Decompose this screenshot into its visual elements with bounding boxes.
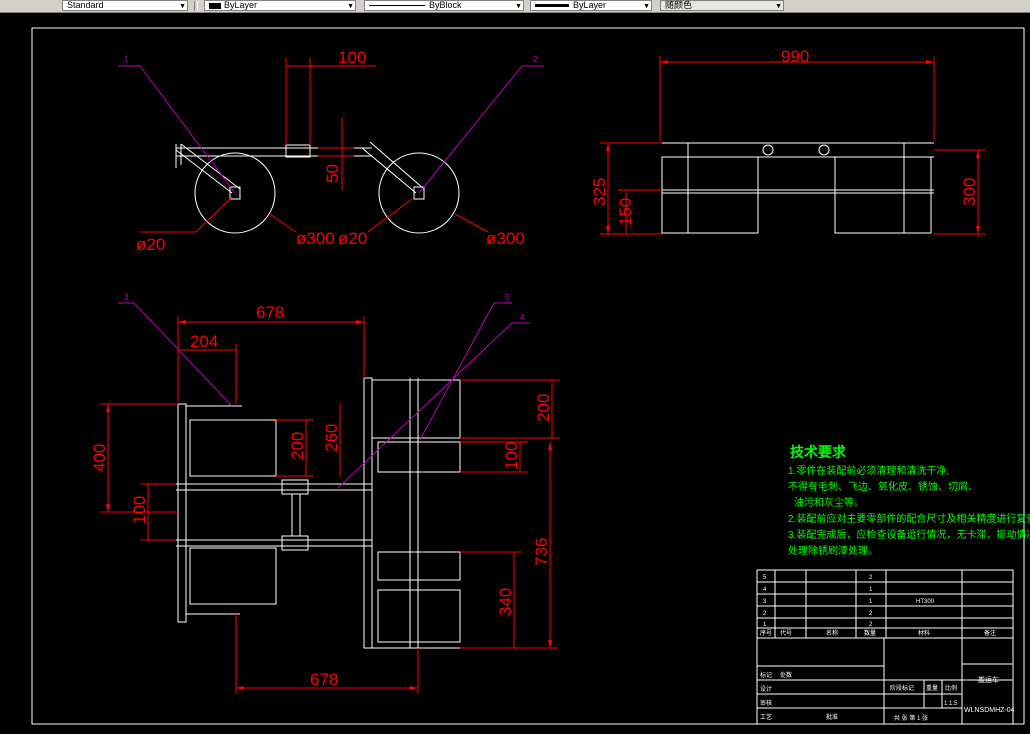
text-style-dropdown[interactable]: Standard ▼ xyxy=(62,0,188,11)
lineweight-preview xyxy=(535,4,569,8)
tb-mark2: 处数 xyxy=(780,671,792,679)
dim-400: 400 xyxy=(90,444,109,472)
notes-line-1: 1.零件在装配前必须清理和清洗干净, xyxy=(788,464,949,477)
tb-hdr-material: 材料 xyxy=(918,629,930,637)
front-view xyxy=(175,141,460,234)
dim-d20-right: ø20 xyxy=(338,229,367,248)
balloon-5: 5 xyxy=(505,293,510,302)
dim-200-mid: 200 xyxy=(288,432,307,460)
title-block: 5 4 3 2 1 2 1 1 2 2 HT300 序号 代号 名称 数量 材料… xyxy=(756,569,1015,725)
tb-mark1: 标记 xyxy=(760,671,772,679)
linetype-value: ByBlock xyxy=(429,0,462,10)
technical-notes: 技术要求 1.零件在装配前必须清理和清洗干净, 不得有毛刺、飞边、氧化皮、锈蚀、… xyxy=(788,444,1030,557)
tb-row-1-qty: 2 xyxy=(869,622,873,628)
balloon-3: 3 xyxy=(124,293,129,302)
dim-d300-left: ø300 xyxy=(296,229,335,248)
top-view xyxy=(176,377,461,649)
balloon-4: 4 xyxy=(520,313,525,322)
balloon-labels: 1 2 3 5 4 xyxy=(124,55,538,322)
chevron-down-icon: ▼ xyxy=(515,3,522,10)
dim-736: 736 xyxy=(532,538,551,566)
notes-line-5: 3.装配完成后，应检查设备运行情况，无卡滞，振动情况 xyxy=(788,528,1030,541)
dim-340: 340 xyxy=(496,588,515,616)
tb-weight: 重量 xyxy=(926,684,938,692)
tb-row-4-num: 4 xyxy=(763,587,767,593)
dim-300-side: 300 xyxy=(960,178,979,206)
toolbar-separator xyxy=(194,1,198,11)
linetype-preview xyxy=(369,5,425,7)
tb-material: HT300 xyxy=(916,599,935,605)
tb-row-1-num: 1 xyxy=(763,622,767,628)
dim-100-left: 100 xyxy=(130,496,149,524)
chevron-down-icon: ▼ xyxy=(775,3,782,10)
tb-stage: 阶段标记 xyxy=(890,684,914,692)
tb-hdr-qty: 数量 xyxy=(864,629,876,637)
dim-260: 260 xyxy=(322,424,341,452)
dim-50: 50 xyxy=(323,164,342,183)
tb-sheet: 共 张 第 1 张 xyxy=(894,714,928,722)
dim-d20-left: ø20 xyxy=(136,235,165,254)
notes-line-4: 2.装配前应对主要零部件的配合尺寸及相关精度进行复查。 xyxy=(788,512,1030,525)
drawing-frame xyxy=(31,27,1025,725)
tb-row-4-qty: 1 xyxy=(869,587,873,593)
chevron-down-icon: ▼ xyxy=(179,3,186,10)
tb-check: 审核 xyxy=(760,699,772,707)
chevron-down-icon: ▼ xyxy=(347,3,354,10)
notes-title: 技术要求 xyxy=(790,444,847,460)
tb-approve: 批准 xyxy=(826,713,838,721)
drawing-canvas[interactable]: 100 50 ø20 ø300 ø20 ø300 990 325 150 300… xyxy=(0,12,1030,734)
tb-hdr-remark: 备注 xyxy=(984,629,996,637)
layer-dropdown[interactable]: ByLayer ▼ xyxy=(204,0,356,11)
tb-row-3-qty: 1 xyxy=(869,599,873,605)
dim-990: 990 xyxy=(781,47,809,66)
balloon-2: 2 xyxy=(533,55,538,64)
notes-line-3: 油污和灰尘等。 xyxy=(794,496,864,509)
dim-325: 325 xyxy=(590,178,609,206)
tb-row-2-num: 2 xyxy=(763,611,767,617)
dimension-arrows xyxy=(106,60,980,690)
side-view xyxy=(661,142,934,234)
lineweight-value: ByLayer xyxy=(573,0,607,10)
layer-color-swatch xyxy=(209,2,221,9)
notes-line-2: 不得有毛刺、飞边、氧化皮、锈蚀、切屑、 xyxy=(788,480,978,493)
dim-100-top: 100 xyxy=(338,48,366,67)
lineweight-dropdown[interactable]: ByLayer ▼ xyxy=(530,0,652,11)
text-style-value: Standard xyxy=(67,0,104,10)
dimension-lines xyxy=(100,56,986,694)
tb-row-2-qty: 2 xyxy=(869,611,873,617)
tb-design: 设计 xyxy=(760,685,772,693)
chevron-down-icon: ▼ xyxy=(643,3,650,10)
tb-row-3-num: 3 xyxy=(763,599,767,605)
dim-d300-right: ø300 xyxy=(486,229,525,248)
dim-150: 150 xyxy=(616,198,635,226)
tb-part-name: 搬运车 xyxy=(978,675,999,684)
balloon-1: 1 xyxy=(124,55,129,64)
tb-row-5-num: 5 xyxy=(763,575,767,581)
plotstyle-value: 随颜色 xyxy=(665,0,693,10)
tb-hdr-seq: 序号 xyxy=(760,629,772,637)
plotstyle-dropdown[interactable]: 随颜色 ▼ xyxy=(660,0,784,11)
tb-process: 工艺 xyxy=(760,713,772,721)
tb-row-5-qty: 2 xyxy=(869,575,873,581)
tb-hdr-code: 代号 xyxy=(780,629,792,637)
tb-drawing-no: WLNSDMHZ-04 xyxy=(964,707,1015,714)
dim-204: 204 xyxy=(190,332,218,351)
linetype-dropdown[interactable]: ByBlock ▼ xyxy=(364,0,524,11)
dim-678-bottom: 678 xyxy=(310,670,338,689)
dim-100-right: 100 xyxy=(502,442,521,470)
layer-value: ByLayer xyxy=(224,0,258,10)
tb-scale: 1:1.5 xyxy=(944,701,958,707)
tb-ratio: 比例 xyxy=(945,684,957,692)
tb-hdr-name: 名称 xyxy=(826,629,838,637)
dim-200-right: 200 xyxy=(534,394,553,422)
notes-line-6: 处理除锈刷漆处理。 xyxy=(788,544,878,557)
dim-678-top: 678 xyxy=(256,303,284,322)
